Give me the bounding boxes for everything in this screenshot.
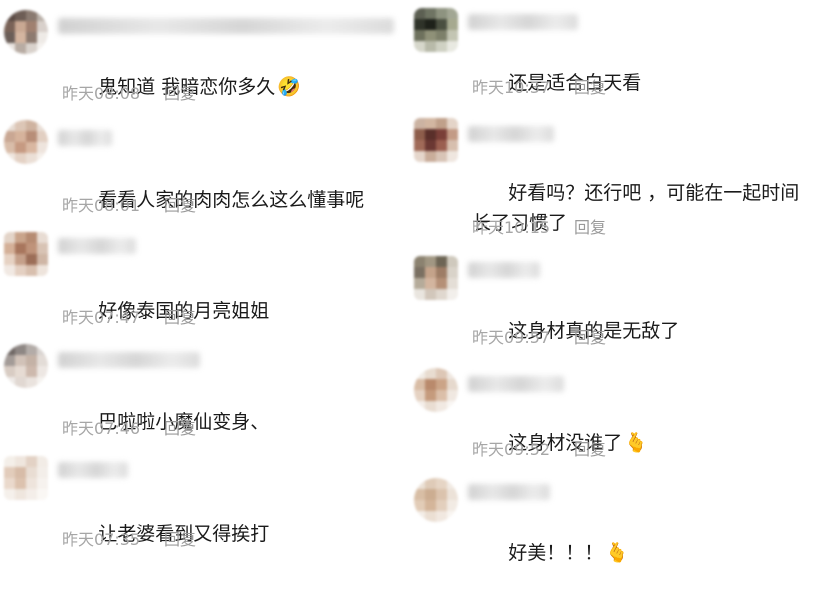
reply-button[interactable]: 回复 (164, 304, 196, 328)
comment-item: 好像泰国的月亮姐姐 昨天07:47 回复 (0, 232, 410, 332)
comment-item: 这身材没谁了 🫰 昨天09:52 回复 (410, 368, 821, 468)
comment-time: 昨天10:37 (472, 78, 551, 97)
username-blurred[interactable] (58, 462, 128, 478)
rofl-emoji-icon: 🤣 (277, 76, 301, 98)
username-blurred[interactable] (58, 352, 200, 368)
avatar[interactable] (4, 232, 48, 276)
comment-time: 昨天08:08 (62, 84, 141, 103)
comment-time: 昨天10:15 (472, 218, 551, 237)
comment-item: 还是适合白天看 昨天10:37 回复 (410, 8, 821, 108)
avatar[interactable] (4, 344, 48, 388)
comment-meta: 昨天08:08 回复 (62, 80, 196, 104)
avatar[interactable] (4, 120, 48, 164)
reply-button[interactable]: 回复 (574, 324, 606, 348)
comment-text: 好看吗？还行吧 ，可能在一起时间长了习惯了 (472, 182, 800, 234)
finger-heart-emoji-icon: 🫰 (624, 432, 648, 454)
comment-meta: 昨天10:37 回复 (472, 74, 606, 98)
username-blurred[interactable] (468, 14, 578, 30)
comment-item: 让老婆看到又得挨打 昨天07:35 回复 (0, 456, 410, 550)
reply-button[interactable]: 回复 (164, 192, 196, 216)
username-blurred[interactable] (468, 262, 540, 278)
comment-meta: 昨天08:01 回复 (62, 192, 196, 216)
username-blurred[interactable] (58, 130, 112, 146)
reply-button[interactable]: 回复 (574, 74, 606, 98)
comment-meta: 昨天09:57 回复 (472, 324, 606, 348)
reply-button[interactable]: 回复 (574, 436, 606, 460)
username-blurred[interactable] (468, 484, 550, 500)
comment-meta: 昨天07:46 回复 (62, 415, 196, 439)
comment-item: 巴啦啦小魔仙变身、 昨天07:46 回复 (0, 344, 410, 444)
comment-time: 昨天07:47 (62, 308, 141, 327)
comment-item: 这身材真的是无敌了 昨天09:57 回复 (410, 256, 821, 356)
reply-button[interactable]: 回复 (164, 415, 196, 439)
comment-time: 昨天09:52 (472, 440, 551, 459)
avatar[interactable] (4, 10, 48, 54)
comment-meta: 昨天07:47 回复 (62, 304, 196, 328)
comment-item: 好看吗？还行吧 ，可能在一起时间长了习惯了 昨天10:15 回复 (410, 118, 821, 246)
avatar[interactable] (414, 8, 458, 52)
comment-meta: 昨天07:35 回复 (62, 526, 196, 550)
reply-button[interactable]: 回复 (574, 214, 606, 238)
avatar[interactable] (4, 456, 48, 500)
comment-item: 看看人家的肉肉怎么这么懂事呢 昨天08:01 回复 (0, 120, 410, 220)
comment-item: 鬼知道 我暗恋你多久 🤣 昨天08:08 回复 (0, 10, 410, 110)
comment-time: 昨天08:01 (62, 196, 141, 215)
comment-time: 昨天07:35 (62, 530, 141, 549)
comment-time: 昨天07:46 (62, 419, 141, 438)
comment-item: 好美！！！ 🫰 (410, 478, 821, 564)
reply-button[interactable]: 回复 (164, 80, 196, 104)
avatar[interactable] (414, 478, 458, 522)
username-blurred[interactable] (58, 18, 394, 34)
username-blurred[interactable] (468, 376, 564, 392)
comment-time: 昨天09:57 (472, 328, 551, 347)
comment-meta: 昨天10:15 回复 (472, 214, 606, 238)
username-blurred[interactable] (468, 126, 554, 142)
comment-meta: 昨天09:52 回复 (472, 436, 606, 460)
avatar[interactable] (414, 368, 458, 412)
reply-button[interactable]: 回复 (164, 526, 196, 550)
finger-heart-emoji-icon: 🫰 (605, 542, 629, 564)
comment-text: 好美！！！ 🫰 (508, 542, 629, 564)
avatar[interactable] (414, 118, 458, 162)
username-blurred[interactable] (58, 238, 136, 254)
avatar[interactable] (414, 256, 458, 300)
